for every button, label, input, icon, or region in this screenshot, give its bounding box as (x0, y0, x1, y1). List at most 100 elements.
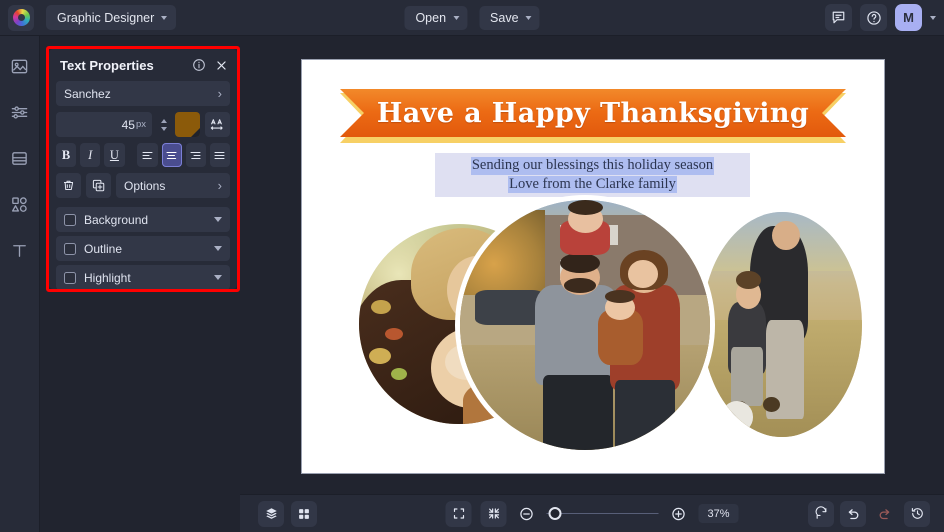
underline-button[interactable]: U (104, 143, 125, 167)
highlight-checkbox[interactable] (64, 271, 76, 284)
shapes-icon (11, 196, 27, 212)
subtitle-line-1: Sending our blessings this holiday seaso… (470, 156, 715, 175)
outline-checkbox[interactable] (64, 242, 76, 255)
options-label: Options (124, 178, 166, 193)
sidebar-item-images[interactable] (6, 52, 34, 80)
top-toolbar: Graphic Designer Open Save M (0, 0, 944, 36)
zoom-slider-knob[interactable] (548, 507, 562, 520)
align-justify-button[interactable] (209, 143, 231, 167)
bold-button[interactable]: B (56, 143, 77, 167)
comment-icon (832, 11, 845, 24)
save-label: Save (490, 10, 519, 25)
undo-button[interactable] (840, 500, 866, 527)
zoom-controls: 37% (445, 500, 739, 527)
text-properties-panel: Text Properties Sanchez › 45 px B I U Op… (49, 49, 237, 289)
help-button[interactable] (860, 4, 887, 31)
zoom-in-icon (672, 507, 685, 520)
letter-spacing-icon (210, 119, 223, 130)
document-name-dropdown[interactable]: Graphic Designer (46, 5, 177, 30)
account-chevron-down-icon[interactable] (930, 15, 936, 20)
zoom-in-button[interactable] (668, 503, 690, 525)
sidebar-item-text[interactable] (6, 236, 34, 264)
zoom-out-icon (520, 507, 533, 520)
sidebar-item-layers[interactable] (6, 144, 34, 172)
align-justify-icon (214, 151, 225, 159)
font-size-and-color-row: 45 px (49, 112, 237, 137)
sliders-icon (11, 105, 28, 119)
bottom-left-actions (258, 500, 317, 527)
shrink-to-fit-button[interactable] (480, 500, 507, 527)
reset-rotate-icon (815, 506, 826, 519)
subtitle-text-block[interactable]: Sending our blessings this holiday seaso… (435, 153, 750, 197)
font-family-selector[interactable]: Sanchez › (56, 81, 230, 106)
underline-label: U (109, 147, 119, 162)
history-clock-icon (911, 507, 923, 519)
grid-view-icon (299, 508, 309, 519)
grid-view-button[interactable] (291, 500, 317, 527)
design-canvas[interactable]: Have a Happy Thanksgiving Sending our bl… (302, 60, 884, 473)
close-x-icon[interactable] (215, 59, 228, 72)
photo-right-parent-and-toddler[interactable] (702, 212, 862, 437)
colorwheel-logo-icon (12, 9, 30, 26)
bottom-toolbar: 37% (240, 494, 944, 532)
align-center-button[interactable] (161, 143, 182, 167)
sidebar-item-elements[interactable] (6, 190, 34, 218)
chevron-down-icon (161, 15, 168, 20)
application-window: Graphic Designer Open Save M Text Proper… (0, 0, 944, 532)
bold-label: B (61, 147, 71, 162)
save-button[interactable]: Save (479, 5, 540, 30)
photo-center-family-portrait[interactable] (460, 200, 710, 450)
italic-button[interactable]: I (80, 143, 101, 167)
font-color-swatch[interactable] (175, 112, 200, 137)
outline-accordion[interactable]: Outline (56, 236, 230, 261)
history-button[interactable] (904, 500, 930, 527)
open-button[interactable]: Open (404, 5, 468, 30)
image-icon (11, 59, 28, 73)
redo-button[interactable] (872, 501, 898, 527)
banner-ribbon[interactable]: Have a Happy Thanksgiving (340, 89, 846, 143)
chevron-down-icon (453, 15, 460, 20)
canvas-area[interactable]: Have a Happy Thanksgiving Sending our bl… (240, 36, 944, 494)
app-logo-button[interactable] (8, 4, 34, 31)
photo-collage (302, 200, 884, 450)
panel-header: Text Properties (49, 49, 237, 81)
font-size-input[interactable]: 45 px (56, 112, 152, 137)
background-checkbox[interactable] (64, 213, 76, 226)
sidebar-item-adjustments[interactable] (6, 98, 34, 126)
align-right-button[interactable] (185, 143, 206, 167)
duplicate-text-button[interactable] (86, 173, 111, 198)
background-label: Background (84, 212, 149, 227)
fit-to-screen-button[interactable] (445, 500, 472, 527)
panel-header-actions (192, 58, 228, 72)
stepper-down-icon (160, 126, 167, 131)
text-t-icon (13, 244, 26, 257)
font-size-stepper[interactable] (157, 112, 170, 137)
trash-icon (64, 180, 74, 190)
highlight-accordion[interactable]: Highlight (56, 265, 230, 289)
align-left-button[interactable] (137, 143, 158, 167)
topbar-center-actions: Open Save (404, 5, 540, 30)
document-name-label: Graphic Designer (57, 10, 155, 25)
align-right-icon (190, 151, 201, 159)
chevron-right-icon: › (217, 86, 222, 101)
options-row: Options › (49, 173, 237, 198)
user-avatar[interactable]: M (895, 4, 922, 31)
reset-button[interactable] (808, 500, 834, 527)
layers-stack-icon (265, 508, 277, 519)
layers-button[interactable] (258, 500, 284, 527)
chevron-down-icon (214, 275, 222, 280)
duplicate-icon (92, 179, 105, 192)
feedback-button[interactable] (825, 4, 852, 31)
italic-label: I (88, 147, 93, 162)
options-button[interactable]: Options › (116, 173, 230, 198)
background-accordion[interactable]: Background (56, 207, 230, 232)
avatar-initial: M (903, 10, 914, 25)
delete-text-button[interactable] (56, 173, 81, 198)
chevron-down-icon (214, 217, 222, 222)
letter-spacing-button[interactable] (205, 112, 230, 137)
zoom-slider[interactable] (546, 507, 659, 521)
zoom-out-button[interactable] (516, 503, 538, 525)
info-circle-icon[interactable] (192, 58, 206, 72)
help-circle-icon (866, 10, 881, 25)
zoom-level-display[interactable]: 37% (698, 504, 739, 523)
